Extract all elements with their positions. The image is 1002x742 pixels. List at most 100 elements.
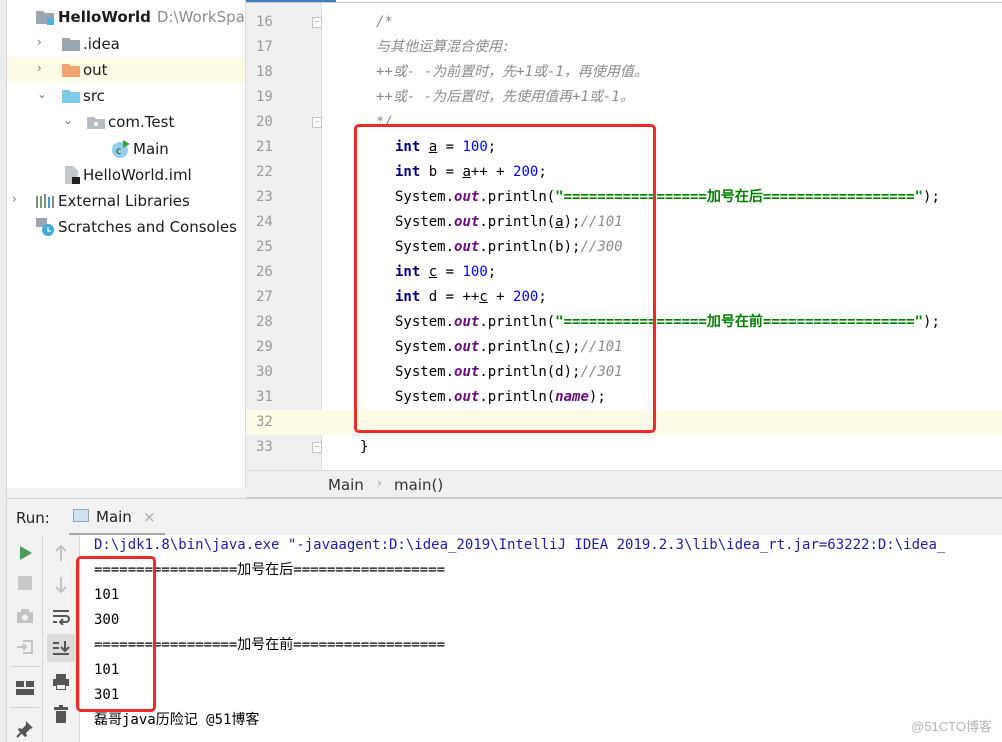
line-number: 31 bbox=[256, 389, 273, 405]
code-line-current: 32 bbox=[246, 410, 1002, 435]
trash-icon bbox=[54, 705, 68, 723]
code-text: System. bbox=[395, 364, 455, 380]
line-number: 18 bbox=[256, 64, 273, 80]
excluded-folder-icon bbox=[62, 64, 80, 77]
code-line: 18 ++或- -为前置时，先+1或-1，再使用值。 bbox=[246, 60, 1002, 85]
chevron-right-icon[interactable]: › bbox=[12, 193, 22, 205]
stop-button[interactable] bbox=[11, 569, 39, 597]
chevron-down-icon[interactable]: ⌄ bbox=[37, 88, 47, 100]
variable: c bbox=[555, 339, 564, 355]
play-icon bbox=[20, 546, 32, 560]
code-text: ); bbox=[563, 239, 581, 255]
run-tab-main[interactable]: Main × bbox=[69, 499, 165, 536]
scroll-to-end-button[interactable] bbox=[47, 634, 75, 662]
project-path-hint: D:\WorkSpac bbox=[156, 8, 246, 26]
line-number: 28 bbox=[256, 314, 273, 330]
clear-all-button[interactable] bbox=[47, 700, 75, 728]
fold-icon[interactable]: − bbox=[312, 17, 322, 28]
tree-item-label: com.Test bbox=[108, 113, 175, 131]
toolbar-divider bbox=[11, 707, 39, 708]
code-line: 22 int b = a++ + 200; bbox=[246, 160, 1002, 185]
code-text: ); bbox=[588, 389, 606, 405]
code-text: */ bbox=[376, 114, 393, 130]
keyword: int bbox=[395, 289, 421, 305]
code-text: System. bbox=[395, 214, 455, 230]
fold-icon[interactable]: − bbox=[312, 442, 322, 453]
tree-item-scratches[interactable]: Scratches and Consoles bbox=[7, 214, 245, 240]
code-line: 29 System.out.println(c);//101 bbox=[246, 335, 1002, 360]
code-text: + bbox=[487, 289, 514, 305]
tree-item-src[interactable]: ⌄ src bbox=[7, 83, 245, 109]
tree-item-label: HelloWorld.iml bbox=[83, 166, 192, 184]
layout-icon bbox=[16, 681, 34, 695]
java-class-icon: c bbox=[112, 140, 130, 158]
rerun-button[interactable] bbox=[11, 539, 39, 567]
tree-item-out[interactable]: › out bbox=[7, 57, 245, 83]
code-line: 30 System.out.println(d);//301 bbox=[246, 360, 1002, 385]
static-field: out bbox=[454, 239, 480, 255]
run-tab-label: Main bbox=[96, 508, 132, 526]
code-line: 23 System.out.println("=================加… bbox=[246, 185, 1002, 210]
run-panel-header: Run: Main × bbox=[7, 498, 1002, 536]
dump-threads-button[interactable] bbox=[11, 602, 39, 630]
console-window-icon bbox=[73, 509, 89, 522]
chevron-right-icon[interactable]: › bbox=[37, 36, 47, 48]
breadcrumb: Main › main() bbox=[246, 470, 1002, 498]
code-text: .println( bbox=[479, 214, 556, 230]
console-line: =================加号在后================== bbox=[94, 562, 446, 578]
tree-item-iml[interactable]: HelloWorld.iml bbox=[7, 162, 245, 188]
code-text: 与其他运算混合使用: bbox=[376, 39, 511, 55]
number-literal: 100 bbox=[462, 264, 488, 280]
code-text: System. bbox=[395, 189, 455, 205]
soft-wrap-button[interactable] bbox=[47, 603, 75, 631]
soft-wrap-icon bbox=[53, 610, 70, 625]
print-button[interactable] bbox=[47, 668, 75, 696]
code-text: .println( bbox=[479, 239, 556, 255]
keyword: int bbox=[395, 139, 421, 155]
number-literal: 200 bbox=[513, 289, 539, 305]
fold-icon[interactable]: − bbox=[312, 117, 322, 128]
code-text: .println( bbox=[479, 189, 556, 205]
tree-item-helloworld[interactable]: ⌄ HelloWorldD:\WorkSpac bbox=[7, 4, 246, 30]
tree-item-com-test[interactable]: ⌄ com.Test bbox=[7, 109, 245, 135]
code-text: } bbox=[360, 439, 369, 455]
breadcrumb-item-main[interactable]: Main bbox=[328, 476, 364, 494]
static-field: out bbox=[454, 364, 480, 380]
tree-item-label: out bbox=[83, 61, 108, 79]
variable: b bbox=[555, 239, 564, 255]
static-field: name bbox=[555, 389, 589, 405]
tree-item-external-libraries[interactable]: › External Libraries bbox=[7, 188, 245, 214]
previous-occurrence-button[interactable] bbox=[47, 539, 75, 567]
next-occurrence-button[interactable] bbox=[47, 571, 75, 599]
restore-layout-button[interactable] bbox=[11, 633, 39, 661]
code-text: ++或- -为前置时，先+1或-1，再使用值。 bbox=[376, 64, 648, 80]
chevron-down-icon[interactable]: ⌄ bbox=[63, 114, 73, 126]
static-field: out bbox=[454, 214, 480, 230]
code-text: ; bbox=[538, 289, 547, 305]
code-editor[interactable]: 16 − /* 17 与其他运算混合使用: 18 ++或- -为前置时，先+1或-1，再… bbox=[246, 0, 1002, 470]
camera-icon bbox=[17, 609, 33, 623]
scroll-to-end-icon bbox=[53, 641, 70, 655]
line-number: 23 bbox=[256, 189, 273, 205]
console-output[interactable]: D:\jdk1.8\bin\java.exe "-javaagent:D:\id… bbox=[80, 535, 1002, 742]
tree-item-idea[interactable]: › .idea bbox=[7, 31, 245, 57]
layout-button[interactable] bbox=[11, 674, 39, 702]
code-line: 21 int a = 100; bbox=[246, 135, 1002, 160]
variable: a bbox=[428, 139, 438, 155]
code-text: ); bbox=[563, 339, 581, 355]
line-number: 22 bbox=[256, 164, 273, 180]
variable: a bbox=[462, 164, 471, 180]
tree-item-main[interactable]: c Main bbox=[7, 136, 245, 162]
pin-tab-button[interactable] bbox=[11, 715, 39, 742]
tree-item-label: External Libraries bbox=[58, 192, 190, 210]
code-line: 26 int c = 100; bbox=[246, 260, 1002, 285]
breadcrumb-item-method[interactable]: main() bbox=[394, 476, 443, 494]
code-text: ); bbox=[923, 314, 940, 330]
watermark: @51CTO博客 bbox=[911, 719, 992, 734]
chevron-right-icon[interactable]: › bbox=[37, 62, 47, 74]
line-number: 32 bbox=[256, 414, 273, 430]
run-label: Run: bbox=[16, 509, 50, 527]
close-icon[interactable]: × bbox=[143, 508, 156, 526]
code-text: System. bbox=[395, 314, 455, 330]
variable: a bbox=[555, 214, 564, 230]
